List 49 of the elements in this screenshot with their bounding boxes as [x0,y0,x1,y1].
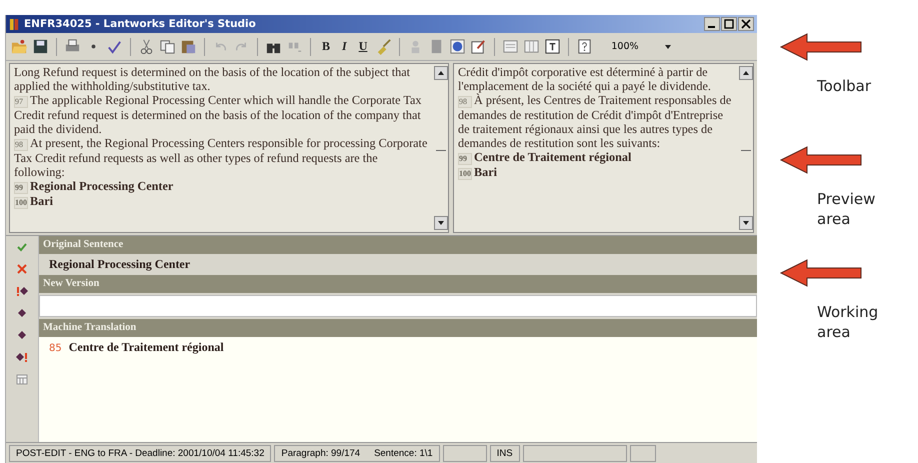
scroll-down-button[interactable] [434,216,448,230]
status-mode: POST-EDIT - ENG to FRA - Deadline: 2001/10/04 11:45:32 [9,444,272,462]
edit-icon[interactable] [470,38,488,55]
format-button[interactable]: U [354,39,372,54]
segment-text: 100 Bari [14,194,54,209]
scroll-down-button[interactable] [739,216,753,230]
insert-mode: INS [490,444,520,462]
match-score: 85 [49,343,62,354]
paragraph-count: Paragraph: 99/174 [281,446,360,460]
open-folder-icon[interactable] [11,38,28,55]
sentence-count: Sentence: 1\1 [374,446,433,460]
format-button[interactable]: I [338,39,351,54]
window-title: ENFR34025 - Lantworks Editor's Studio [24,18,256,30]
machine-translation-text: Centre de Traitement régional [68,340,224,354]
alert-diamond-icon[interactable] [15,284,29,298]
app-icon [9,18,20,30]
scroll-up-button[interactable] [739,66,753,80]
format-button[interactable]: B [318,39,334,54]
brush-icon[interactable] [375,38,392,55]
status-panel [630,444,656,462]
new-version-field[interactable] [39,295,757,317]
maximize-icon[interactable] [721,17,737,31]
scroll-up-button[interactable] [434,66,448,80]
scissors-icon[interactable] [138,38,155,55]
text-box-icon[interactable] [544,38,562,55]
segment-text: 99 Centre de Traitement régional [458,150,632,165]
segment-text: 98 At present, the Regional Processing Centers responsible for processing Corporate Tax Credit refund requests as well as other types of refund requests are the following: [14,136,428,179]
page-view-icon[interactable] [502,38,520,55]
callout-label: Preview area [817,189,876,229]
diamond-alert-icon[interactable] [15,350,29,364]
help-icon[interactable] [576,38,594,55]
segment-text: Long Refund request is determined on the basis of the location of the subject that applied the withholding/substitutive tax. [14,65,411,93]
segment-text: 99 Regional Processing Center [14,179,174,194]
section-header: Machine Translation [39,319,757,337]
original-sentence: Regional Processing Center [48,256,192,273]
paste-icon[interactable] [180,38,197,55]
minimize-icon[interactable] [704,17,720,31]
section-header: Original Sentence [39,236,757,254]
segment-text: 97 The applicable Regional Processing Center which will handle the Corporate Tax Credit refund request is determined on the basis of the location of the company that paid the dividend. [14,93,423,136]
segment-text: Crédit d'impôt corporative est déterminé à partir de l'emplacement de la société qui a payé le dividende. [458,65,712,93]
close-icon[interactable] [738,17,754,31]
segment-text: 98 À présent, les Centres de Traitement responsables de demandes de restitution de Crédit d'impôt d'Entreprise de traitement régionaux ainsi que les autres types de demandes de restitution sont les suivants: [458,93,732,150]
segment-text: 100 Bari [458,165,498,180]
copy-icon[interactable] [159,38,176,55]
globe-icon[interactable] [449,38,466,55]
callout-label: Working area [817,302,880,342]
section-header: New Version [39,275,757,293]
callout-label: Toolbar [817,76,872,96]
status-panel [442,444,487,462]
